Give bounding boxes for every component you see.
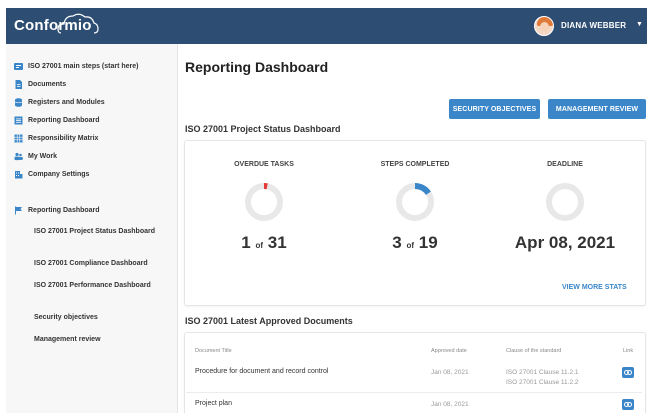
document-title[interactable]: Procedure for document and record contro… bbox=[195, 368, 328, 375]
management-review-button[interactable]: MANAGEMENT REVIEW bbox=[548, 99, 646, 119]
overdue-total: 31 bbox=[267, 233, 287, 252]
document-icon bbox=[15, 80, 22, 89]
database-icon bbox=[14, 98, 23, 107]
view-more-stats-link[interactable]: VIEW MORE STATS bbox=[562, 284, 627, 291]
document-link-button[interactable] bbox=[622, 367, 634, 378]
steps-completed-label: STEPS COMPLETED bbox=[380, 161, 450, 168]
clause: ISO 27001 Clause 11.2.1 bbox=[506, 369, 579, 376]
top-bar: Conformio DIANA WEBBER ▼ bbox=[6, 8, 647, 44]
report-icon bbox=[14, 116, 23, 125]
company-icon bbox=[15, 171, 23, 179]
conformio-logo[interactable]: Conformio bbox=[14, 13, 99, 34]
steps-completed-donut bbox=[396, 183, 434, 221]
sidebar-item-responsibility-matrix[interactable]: Responsibility Matrix bbox=[14, 134, 98, 143]
deadline-value: Apr 08, 2021 bbox=[514, 233, 616, 252]
users-icon bbox=[14, 152, 23, 161]
steps-total: 19 bbox=[418, 233, 438, 252]
sidebar-section-label: Reporting Dashboard bbox=[28, 207, 100, 214]
overdue-tasks-donut bbox=[245, 183, 283, 221]
sidebar-item-documents[interactable]: Documents bbox=[14, 80, 66, 89]
approved-date: Jan 08, 2021 bbox=[431, 401, 469, 408]
sidebar-sub-item-project-status[interactable]: ISO 27001 Project Status Dashboard bbox=[34, 227, 174, 237]
security-objectives-button[interactable]: SECURITY OBJECTIVES bbox=[449, 99, 540, 119]
chevron-down-icon[interactable]: ▼ bbox=[636, 21, 643, 28]
sidebar-sub-item-management-review[interactable]: Management review bbox=[34, 335, 174, 345]
document-link-button[interactable] bbox=[622, 399, 634, 410]
document-title[interactable]: Project plan bbox=[195, 400, 232, 407]
sidebar-section-reporting-dashboard[interactable]: Reporting Dashboard bbox=[14, 206, 100, 215]
sidebar-item-label: Documents bbox=[28, 81, 67, 88]
clause: ISO 27001 Clause 11.2.2 bbox=[506, 379, 579, 386]
link-icon bbox=[624, 370, 632, 375]
sidebar-item-registers[interactable]: Registers and Modules bbox=[14, 98, 105, 107]
sidebar-sub-item-performance[interactable]: ISO 27001 Performance Dashboard bbox=[34, 281, 174, 291]
steps-icon bbox=[14, 63, 23, 70]
sidebar-item-label: ISO 27001 main steps (start here) bbox=[28, 63, 139, 70]
overdue-tasks-value: 1 of 31 bbox=[194, 233, 334, 253]
sidebar-item-label: Registers and Modules bbox=[28, 99, 105, 106]
user-name[interactable]: DIANA WEBBER bbox=[561, 21, 626, 30]
overdue-of: of bbox=[255, 241, 264, 250]
sidebar-sub-item-security-objectives[interactable]: Security objectives bbox=[34, 313, 174, 323]
page-title: Reporting Dashboard bbox=[185, 59, 329, 75]
overdue-count: 1 bbox=[241, 233, 251, 252]
latest-documents-title: ISO 27001 Latest Approved Documents bbox=[185, 316, 353, 326]
steps-of: of bbox=[406, 241, 415, 250]
cloud-icon bbox=[57, 13, 99, 34]
sidebar-item-label: My Work bbox=[28, 153, 58, 160]
sidebar-item-main-steps[interactable]: ISO 27001 main steps (start here) bbox=[14, 62, 139, 71]
approved-date: Jan 08, 2021 bbox=[431, 369, 469, 376]
steps-count: 3 bbox=[392, 233, 402, 252]
project-status-card: OVERDUE TASKS 1 of 31 STEPS COMPLETED 3 … bbox=[184, 140, 646, 306]
sidebar-item-label: Responsibility Matrix bbox=[28, 135, 99, 142]
link-icon bbox=[624, 402, 632, 407]
column-header-clause: Clause of the standard bbox=[506, 348, 562, 354]
flag-icon bbox=[15, 206, 22, 215]
sidebar-item-my-work[interactable]: My Work bbox=[14, 152, 57, 161]
row-divider bbox=[186, 392, 642, 393]
sidebar-item-company-settings[interactable]: Company Settings bbox=[14, 170, 89, 179]
overdue-tasks-label: OVERDUE TASKS bbox=[234, 161, 294, 168]
matrix-icon bbox=[14, 134, 23, 143]
sidebar-item-label: Reporting Dashboard bbox=[28, 117, 100, 124]
deadline-label: DEADLINE bbox=[547, 161, 583, 168]
sidebar-item-label: Company Settings bbox=[28, 171, 90, 178]
avatar[interactable] bbox=[534, 16, 554, 36]
column-header-document-title: Document Title bbox=[195, 348, 232, 354]
steps-completed-value: 3 of 19 bbox=[345, 233, 485, 253]
project-status-title: ISO 27001 Project Status Dashboard bbox=[185, 124, 341, 134]
column-header-link: Link bbox=[623, 348, 634, 354]
sidebar-sub-item-compliance[interactable]: ISO 27001 Compliance Dashboard bbox=[34, 259, 174, 269]
column-header-approved-date: Approved date bbox=[431, 348, 467, 354]
sidebar-item-reporting-dashboard[interactable]: Reporting Dashboard bbox=[14, 116, 100, 125]
deadline-donut bbox=[546, 183, 584, 221]
sidebar: ISO 27001 main steps (start here) Docume… bbox=[6, 44, 178, 413]
